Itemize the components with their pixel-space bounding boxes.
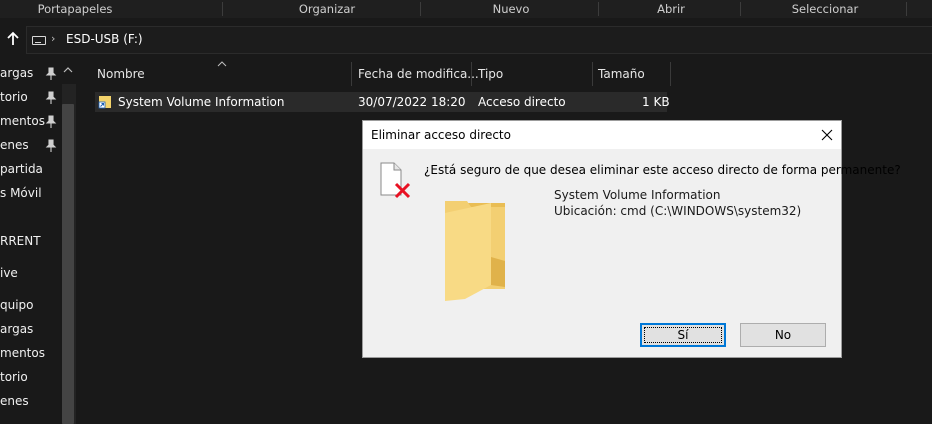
- shortcut-icon: [98, 95, 112, 109]
- focus-rectangle: [644, 327, 722, 343]
- ribbon-group-nuevo[interactable]: Nuevo: [466, 0, 556, 18]
- column-header-fecha[interactable]: Fecha de modifica...: [358, 62, 479, 86]
- file-size: 1 KB: [642, 95, 670, 109]
- sidebar-item-descargas-2[interactable]: argas: [0, 319, 33, 339]
- ribbon-divider: [420, 2, 421, 16]
- ribbon-group-portapapeles[interactable]: Portapapeles: [30, 0, 120, 18]
- ribbon-divider: [222, 2, 223, 16]
- sidebar-item-movil[interactable]: s Móvil: [0, 183, 42, 203]
- ribbon-group-abrir[interactable]: Abrir: [626, 0, 716, 18]
- delete-shortcut-dialog: Eliminar acceso directo ¿Está seguro de …: [362, 120, 901, 358]
- navigation-pane: argas torio mentos enes partida s Móvil …: [0, 62, 76, 424]
- dialog-title: Eliminar acceso directo: [371, 128, 511, 142]
- sidebar-item-label: torio: [0, 90, 28, 104]
- sidebar-item-label: argas: [0, 66, 34, 80]
- file-date: 30/07/2022 18:20: [358, 95, 466, 109]
- sidebar-item-documentos[interactable]: mentos: [0, 111, 45, 131]
- chevron-right-icon[interactable]: ›: [51, 32, 55, 45]
- sidebar-item-label: mentos: [0, 114, 45, 128]
- column-divider[interactable]: [351, 62, 352, 86]
- sidebar-item-label: quipo: [0, 298, 34, 312]
- sort-ascending-icon: [217, 57, 227, 67]
- pin-icon[interactable]: [45, 67, 57, 81]
- ribbon-group-labels: Portapapeles Organizar Nuevo Abrir Selec…: [0, 0, 932, 18]
- pin-icon[interactable]: [45, 91, 57, 105]
- yes-button[interactable]: Sí: [640, 323, 726, 347]
- sidebar-item-label: s Móvil: [0, 186, 42, 200]
- sidebar-item-compartida[interactable]: partida: [0, 159, 43, 179]
- ribbon-divider: [740, 2, 741, 16]
- ribbon-group-seleccionar[interactable]: Seleccionar: [780, 0, 870, 18]
- column-header-tipo[interactable]: Tipo: [478, 62, 503, 86]
- column-header-tamano[interactable]: Tamaño: [598, 62, 645, 86]
- dialog-question: ¿Está seguro de que desea eliminar este …: [424, 163, 901, 177]
- sidebar-item-label: RRENT: [0, 234, 41, 248]
- pin-icon[interactable]: [45, 139, 57, 153]
- sidebar-item-este-equipo[interactable]: quipo: [0, 295, 34, 315]
- sidebar-item-label: torio: [0, 370, 28, 384]
- ribbon-group-organizar[interactable]: Organizar: [282, 0, 372, 18]
- sidebar-item-escritorio[interactable]: torio: [0, 87, 28, 107]
- no-button[interactable]: No: [740, 323, 826, 347]
- close-icon[interactable]: [821, 129, 833, 141]
- pin-icon[interactable]: [45, 115, 57, 129]
- up-arrow-icon[interactable]: [4, 30, 22, 48]
- column-header-nombre[interactable]: Nombre: [97, 62, 145, 86]
- sidebar-item-label: argas: [0, 322, 34, 336]
- no-button-label: No: [774, 328, 792, 342]
- sidebar-item-label: enes: [0, 138, 29, 152]
- sidebar-item-descargas[interactable]: argas: [0, 63, 33, 83]
- drive-icon: [32, 36, 46, 45]
- table-row[interactable]: System Volume Information 30/07/2022 18:…: [95, 92, 670, 112]
- item-name: System Volume Information: [554, 188, 721, 202]
- folder-icon: [443, 197, 513, 305]
- sidebar-item-label: enes: [0, 394, 29, 408]
- sidebar-item-onedrive[interactable]: ive: [0, 263, 18, 283]
- sidebar-item-rrent[interactable]: RRENT: [0, 231, 41, 251]
- item-location: Ubicación: cmd (C:\WINDOWS\system32): [554, 204, 802, 218]
- address-bar[interactable]: › ESD-USB (F:): [26, 26, 932, 54]
- sidebar-item-escritorio-2[interactable]: torio: [0, 367, 28, 387]
- navigation-bar: › ESD-USB (F:): [0, 18, 932, 62]
- sidebar-item-label: ive: [0, 266, 18, 280]
- delete-document-icon: [379, 161, 413, 201]
- sidebar-item-label: partida: [0, 162, 43, 176]
- sidebar-item-documentos-2[interactable]: mentos: [0, 343, 45, 363]
- ribbon-divider: [598, 2, 599, 16]
- column-divider[interactable]: [592, 62, 593, 86]
- address-path[interactable]: ESD-USB (F:): [66, 32, 143, 46]
- chevron-up-icon[interactable]: [62, 64, 74, 74]
- sidebar-item-imagenes[interactable]: enes: [0, 135, 29, 155]
- column-divider[interactable]: [670, 62, 671, 86]
- sidebar-item-label: mentos: [0, 346, 45, 360]
- nav-scrollbar-thumb[interactable]: [62, 104, 74, 424]
- file-name: System Volume Information: [118, 95, 285, 109]
- file-type: Acceso directo: [478, 95, 566, 109]
- column-divider[interactable]: [471, 62, 472, 86]
- dialog-titlebar[interactable]: Eliminar acceso directo: [363, 121, 841, 149]
- sidebar-item-imagenes-2[interactable]: enes: [0, 391, 29, 411]
- ribbon-divider: [906, 2, 907, 16]
